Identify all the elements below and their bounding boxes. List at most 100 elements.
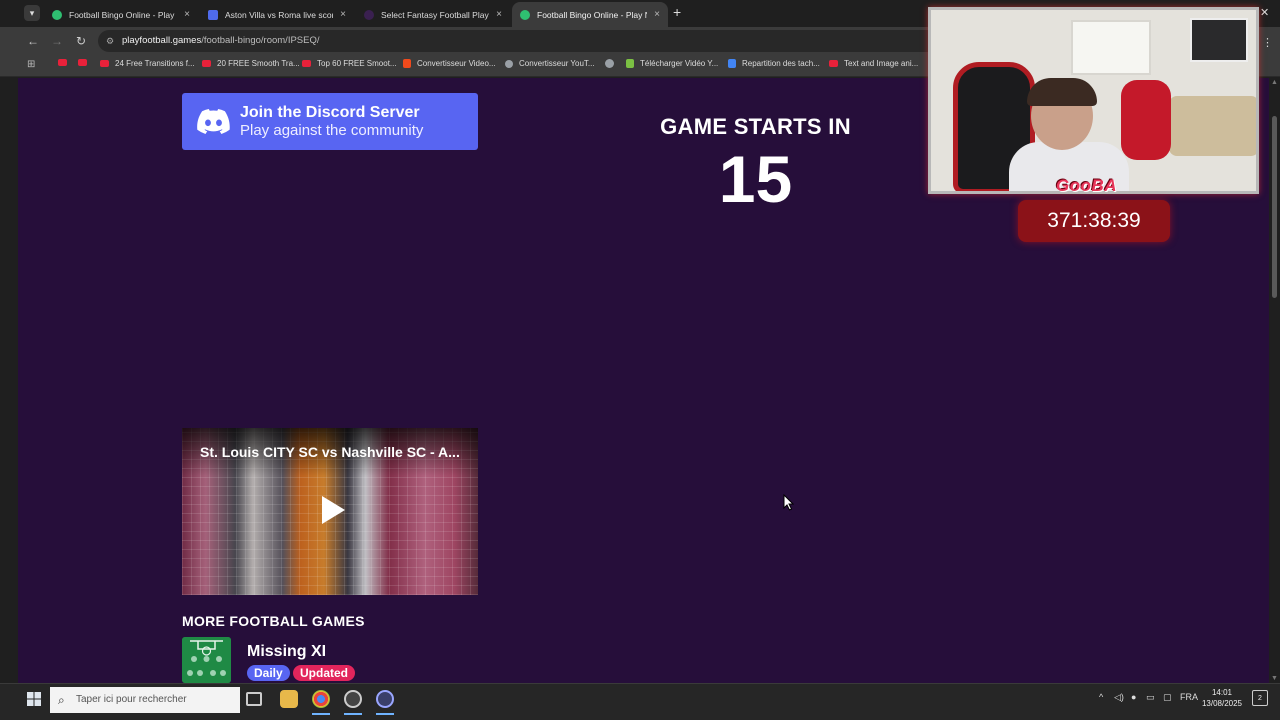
bookmark-transitions[interactable]: 24 Free Transitions f... (100, 59, 195, 68)
page-scrollbar[interactable]: ▲ ▼ (1269, 78, 1280, 683)
windows-taskbar: ⌕ Taper ici pour rechercher ^ ◁) ● ▭ ▢ F… (0, 683, 1280, 720)
chrome-active-indicator (312, 713, 330, 715)
display-icon[interactable]: ▢ (1163, 692, 1172, 703)
daily-badge: Daily (247, 665, 290, 681)
scroll-down-icon[interactable]: ▼ (1271, 675, 1278, 682)
converter-z-icon (403, 59, 411, 68)
tab-title: Aston Villa vs Roma live score, (225, 9, 334, 20)
converter-icon (505, 59, 513, 68)
clock-time: 14:01 (1211, 688, 1233, 697)
taskbar-clock[interactable]: 14:01 13/08/2025 (1200, 687, 1244, 709)
webcam-sofa (1169, 96, 1256, 156)
bookmark-top-60[interactable]: Top 60 FREE Smoot... (302, 59, 397, 68)
bookmark-label: 24 Free Transitions f... (115, 59, 195, 68)
search-icon: ⌕ (58, 693, 65, 707)
new-tab-plus-icon[interactable]: + (673, 4, 681, 20)
url-path: /football-bingo/room/IPSEQ/ (201, 35, 320, 46)
browser-menu-icon[interactable]: ⋮ (1262, 36, 1273, 49)
reload-icon[interactable]: ↻ (73, 33, 89, 49)
close-icon[interactable]: × (184, 9, 190, 20)
youtube-icon (302, 60, 311, 67)
mouse-cursor-icon (783, 494, 795, 511)
windows-start-icon[interactable] (27, 692, 41, 706)
bookmark-label: Convertisseur YouT... (519, 59, 595, 68)
download-icon (626, 59, 634, 68)
bookmark-youtube-1[interactable] (58, 59, 67, 66)
close-icon[interactable]: × (496, 9, 502, 20)
discord-join-button[interactable]: Join the Discord Server Play against the… (182, 93, 478, 150)
back-arrow-icon[interactable]: ← (25, 33, 41, 49)
media-active-indicator (376, 713, 394, 715)
bookmark-label: Top 60 FREE Smoot... (317, 59, 397, 68)
youtube-icon (58, 59, 67, 66)
tab-title: Football Bingo Online - Play N (69, 9, 178, 20)
more-games-heading: MORE FOOTBALL GAMES (182, 613, 365, 629)
apps-grid-icon[interactable]: ⊞ (27, 60, 37, 70)
tab-title: Football Bingo Online - Play N (537, 9, 648, 20)
fantasy-favicon-icon (364, 9, 374, 20)
show-hidden-icons-chevron-icon[interactable]: ^ (1099, 692, 1103, 702)
countdown-value: 15 (718, 142, 793, 216)
obs-active-indicator (344, 713, 362, 715)
microphone-icon[interactable]: ● (1131, 692, 1136, 702)
search-placeholder: Taper ici pour rechercher (76, 694, 187, 705)
obs-icon[interactable] (344, 690, 362, 708)
missing-xi-thumbnail[interactable] (182, 637, 231, 683)
bookmark-repartition[interactable]: Repartition des tach... (728, 59, 820, 68)
tab-football-bingo-active[interactable]: Football Bingo Online - Play N × (512, 2, 668, 27)
discord-subtitle: Play against the community (240, 121, 424, 139)
bookmark-label: Télécharger Vidéo Y... (640, 59, 719, 68)
volume-icon[interactable]: ◁) (1114, 692, 1124, 703)
forward-arrow-icon[interactable]: → (49, 33, 65, 49)
window-close-icon[interactable]: ✕ (1260, 6, 1269, 19)
youtube-icon (202, 60, 211, 67)
tab-aston-villa[interactable]: Aston Villa vs Roma live score, × (200, 2, 354, 27)
webcam-person-hair (1027, 78, 1097, 106)
close-icon[interactable]: × (654, 9, 660, 20)
discord-title: Join the Discord Server (240, 103, 420, 121)
video-player[interactable]: St. Louis CITY SC vs Nashville SC - A... (182, 428, 478, 595)
tab-title: Select Fantasy Football Players (381, 9, 490, 20)
bookmark-telecharger[interactable]: Télécharger Vidéo Y... (626, 59, 718, 68)
taskbar-search-input[interactable]: ⌕ Taper ici pour rechercher (50, 687, 240, 713)
url-host: playfootball.games (122, 35, 202, 46)
bookmark-label: Convertisseur Video... (417, 59, 496, 68)
task-view-icon[interactable] (246, 692, 262, 706)
chrome-icon[interactable] (312, 690, 330, 708)
docs-icon (728, 59, 736, 68)
updated-badge: Updated (293, 665, 355, 681)
bookmark-globe[interactable] (605, 59, 614, 68)
pitch-formation-icon (182, 637, 231, 683)
globe-icon (605, 59, 614, 68)
bookmark-smooth-transitions[interactable]: 20 FREE Smooth Tra... (202, 59, 300, 68)
scroll-up-icon[interactable]: ▲ (1271, 79, 1278, 86)
football-bingo-favicon-icon (520, 9, 530, 20)
youtube-icon (100, 60, 109, 67)
site-settings-icon[interactable]: ⚙ (106, 30, 114, 52)
tab-football-bingo-1[interactable]: Football Bingo Online - Play N × (44, 2, 198, 27)
missing-xi-link[interactable]: Missing XI (247, 643, 326, 661)
discord-text: Join the Discord Server Play against the… (240, 104, 423, 140)
live-score-favicon-icon (208, 9, 218, 20)
play-icon[interactable] (313, 492, 349, 528)
tab-fantasy-football[interactable]: Select Fantasy Football Players × (356, 2, 510, 27)
chevron-down-icon[interactable]: ▾ (24, 5, 40, 21)
video-title: St. Louis CITY SC vs Nashville SC - A... (200, 444, 460, 460)
close-icon[interactable]: × (340, 9, 346, 20)
network-icon[interactable]: ▭ (1146, 692, 1155, 703)
youtube-icon (829, 60, 838, 67)
file-explorer-icon[interactable] (280, 690, 298, 708)
bookmark-text-image[interactable]: Text and Image ani... (829, 59, 918, 68)
language-indicator[interactable]: FRA (1180, 692, 1198, 702)
stream-timer: 371:38:39 (1018, 200, 1170, 242)
webcam-tv (1190, 18, 1248, 62)
bookmark-convertisseur-video[interactable]: Convertisseur Video... (403, 59, 496, 68)
game-starts-label: GAME STARTS IN (660, 114, 851, 139)
scrollbar-thumb[interactable] (1272, 116, 1277, 298)
bookmark-convertisseur-youtube[interactable]: Convertisseur YouT... (505, 59, 595, 68)
bookmark-youtube-2[interactable] (78, 59, 87, 66)
clock-date: 13/08/2025 (1201, 699, 1243, 708)
media-player-icon[interactable] (376, 690, 394, 708)
notification-center-icon[interactable]: 2 (1252, 690, 1268, 706)
webcam-overlay (928, 7, 1259, 194)
